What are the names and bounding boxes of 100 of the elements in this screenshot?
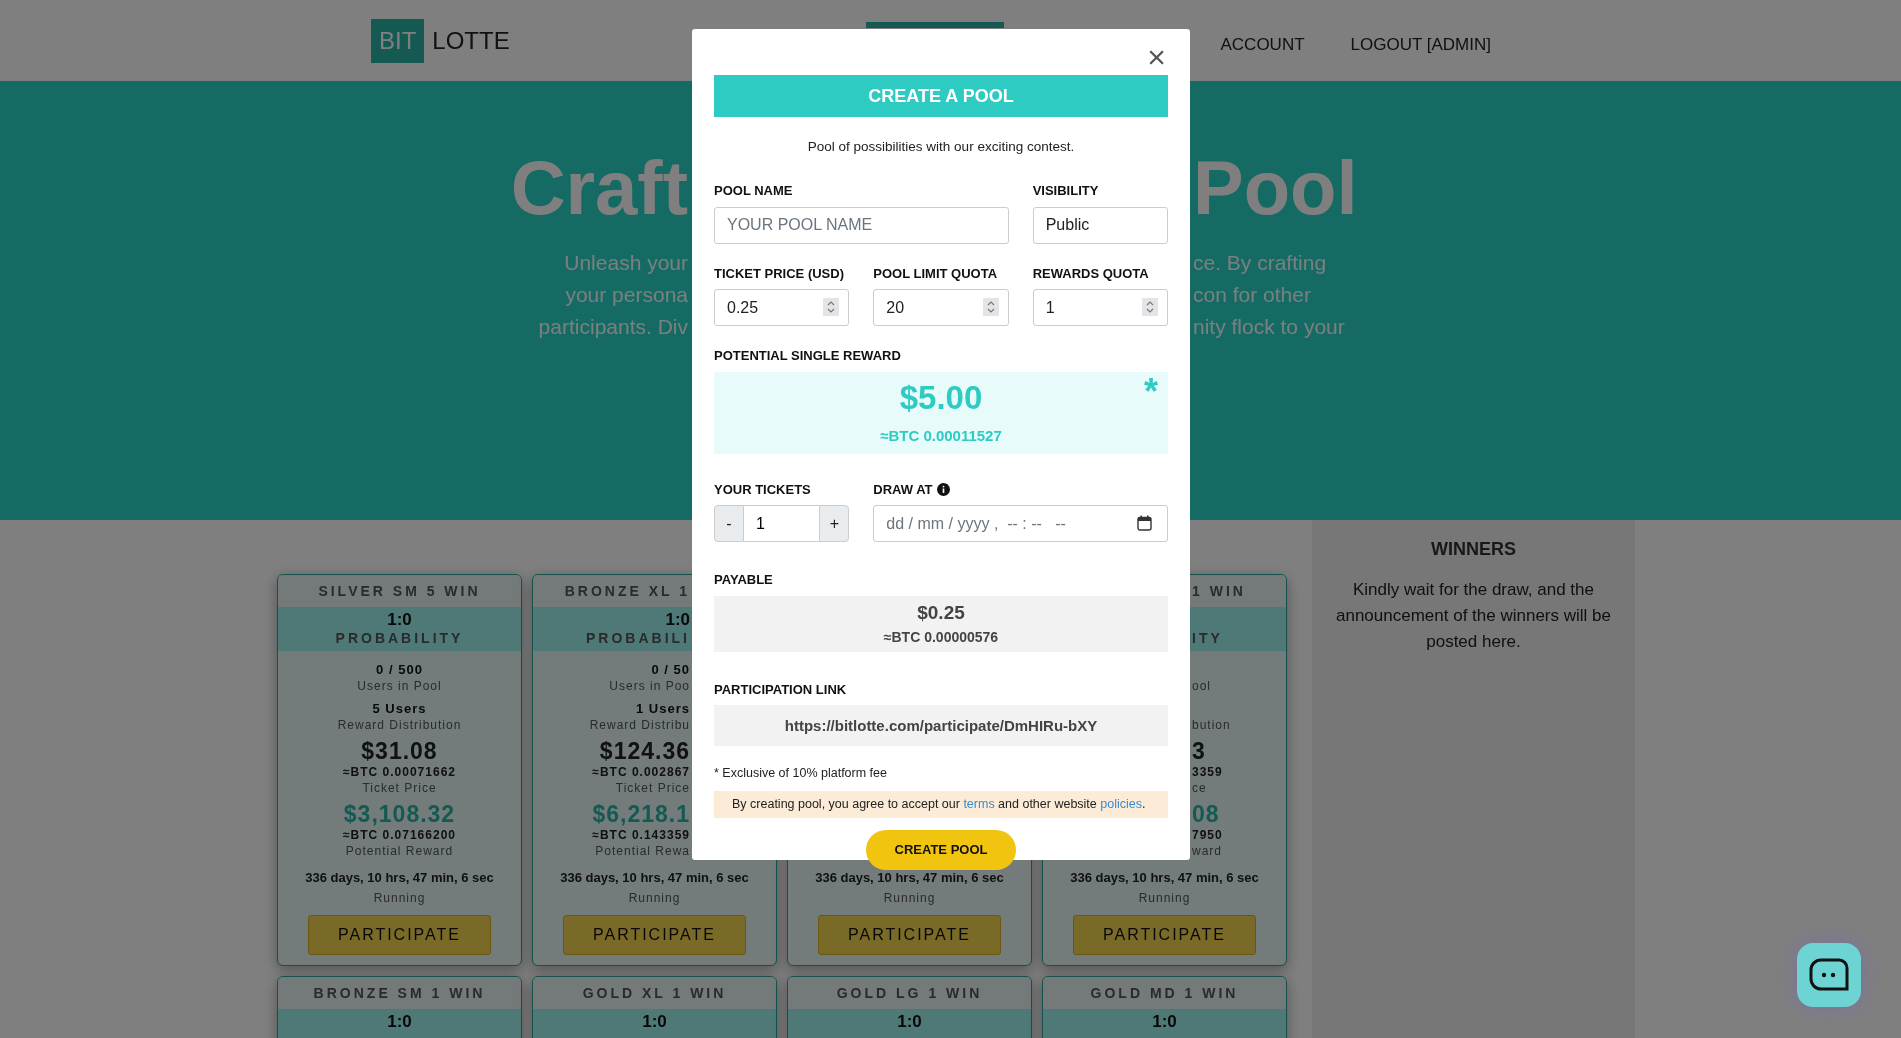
ticket-price: 3	[1192, 739, 1206, 764]
ticket-price-btc: ≈BTC 0.002867	[592, 764, 690, 780]
reward-btc: ≈BTC 0.00011527	[879, 425, 1003, 446]
footnote-mark: *	[1143, 373, 1158, 410]
winners-label: Reward Distribu	[589, 717, 690, 733]
agreement-text: By creating pool, you agree to accept our terms and other website policies.	[714, 791, 1168, 818]
potential-reward-label: Potential Rewa	[595, 843, 690, 859]
probability-label: PROBABILITY	[335, 629, 464, 648]
potential-reward-btc: ≈BTC 0.143359	[592, 827, 690, 843]
status-label: Running	[372, 890, 427, 907]
field-label: PAYABLE	[714, 571, 774, 590]
status-label: Running	[1137, 890, 1192, 907]
field-label: POTENTIAL SINGLE REWARD	[714, 347, 902, 366]
probability-ratio: 1:0	[665, 610, 690, 629]
users-count: 0 / 50	[651, 661, 690, 678]
card-title: BRONZE XL 1	[564, 582, 690, 601]
card-title: GOLD LG 1 WIN	[836, 984, 983, 1003]
probability-ratio: 1:0	[387, 1012, 412, 1031]
hero-title: Pool	[1193, 144, 1358, 232]
users-label: Users in Pool	[357, 678, 442, 694]
visibility-field[interactable]: Public	[1032, 206, 1168, 244]
ticket-price-btc: ≈BTC 0.00071662	[343, 764, 456, 780]
hero-text: ce. By crafting	[1193, 250, 1328, 276]
potential-reward-btc: ≈BTC 0.07166200	[343, 827, 456, 843]
users-count: 0 / 500	[376, 661, 423, 678]
pool-name-field[interactable]: YOUR POOL NAME	[714, 206, 1009, 244]
fee-note: * Exclusive of 10% platform fee	[714, 765, 888, 783]
chat-bubble-icon	[1809, 958, 1849, 992]
field-label: POOL LIMIT QUOTA	[873, 264, 999, 283]
reward-amount: $5.00	[899, 377, 983, 418]
chat-button[interactable]	[1797, 943, 1861, 1007]
card-title: GOLD XL 1 WIN	[582, 984, 727, 1003]
probability-ratio: 1:0	[642, 1012, 667, 1031]
winners-label: bution	[1192, 717, 1231, 733]
winners-title: WINNERS	[1430, 538, 1517, 561]
dialog-subtitle: Pool of possibilities with our exciting contest.	[806, 138, 1076, 156]
potential-reward: $6,218.1	[592, 802, 690, 827]
logo-text: LOTTE	[432, 25, 510, 56]
number-field[interactable]: 1	[1032, 289, 1168, 327]
ticket-price-label: Ticket Price	[615, 780, 690, 796]
card-title: SILVER SM 5 WIN	[318, 582, 481, 601]
date-time-field[interactable]: dd / mm / yyyy , -- : -- --	[873, 505, 1168, 543]
potential-reward-label: ward	[1192, 843, 1222, 859]
probability-ratio: 1:0	[1152, 1012, 1177, 1031]
ticket-price: $124.36	[599, 739, 690, 764]
calendar-icon[interactable]	[1137, 515, 1152, 532]
potential-reward-btc: 7950	[1192, 827, 1223, 843]
probability-label: ITY	[1192, 629, 1223, 648]
probability-ratio: 1:0	[387, 610, 412, 629]
close-button[interactable]: ×	[1143, 41, 1170, 73]
potential-reward-label: Potential Reward	[345, 843, 454, 859]
increment-button[interactable]: +	[819, 505, 850, 543]
participate-button[interactable]: PARTICIPATE	[1073, 915, 1256, 955]
users-label: Users in Poo	[609, 678, 690, 694]
ticket-price-btc: 3359	[1192, 764, 1223, 780]
number-field[interactable]: 20	[873, 289, 1009, 327]
payable-btc: ≈BTC 0.00000576	[882, 627, 1000, 647]
status-label: Running	[882, 890, 937, 907]
field-label: REWARDS QUOTA	[1032, 264, 1150, 283]
dialog-title: CREATE A POOL	[714, 75, 1168, 117]
winners-count: 1 Users	[636, 700, 690, 717]
field-label: VISIBILITY	[1032, 182, 1100, 201]
decrement-button[interactable]: -	[714, 505, 744, 543]
card-title: 1 WIN	[1192, 582, 1246, 601]
potential-reward: $3,108.32	[343, 802, 456, 827]
tickets-field[interactable]: 1	[744, 505, 820, 543]
hero-title: Craft	[509, 144, 688, 232]
hero-text: participants. Div	[537, 314, 688, 340]
status-label: Running	[627, 890, 682, 907]
nav-link[interactable]: ACCOUNT	[1220, 31, 1305, 58]
ticket-price-label: ce	[1192, 780, 1207, 796]
info-icon[interactable]	[936, 483, 950, 496]
winners-message: Kindly wait for the draw, and the announcement of the winners will be posted here.	[1335, 579, 1612, 653]
spinner-icon[interactable]	[823, 298, 840, 317]
card-title: BRONZE SM 1 WIN	[313, 984, 486, 1003]
create-pool-button[interactable]: CREATE POOL	[866, 830, 1016, 870]
probability-label: PROBABILI	[586, 629, 690, 648]
countdown-timer: 336 days, 10 hrs, 47 min, 6 sec	[304, 869, 495, 887]
number-field[interactable]: 0.25	[714, 289, 850, 327]
field-label: TICKET PRICE (USD)	[714, 264, 845, 283]
hero-text: Unleash your	[563, 250, 688, 276]
field-label: POOL NAME	[714, 182, 794, 201]
field-label: YOUR TICKETS	[714, 480, 812, 499]
winners-count: 5 Users	[372, 700, 427, 717]
countdown-timer: 336 days, 10 hrs, 47 min, 6 sec	[814, 869, 1005, 887]
hero-text: your persona	[564, 282, 688, 308]
users-label: ool	[1192, 678, 1211, 694]
ticket-price: $31.08	[361, 739, 438, 764]
card-title: GOLD MD 1 WIN	[1090, 984, 1239, 1003]
countdown-timer: 336 days, 10 hrs, 47 min, 6 sec	[1069, 869, 1260, 887]
winners-label: Reward Distribution	[337, 717, 462, 733]
participate-button[interactable]: PARTICIPATE	[563, 915, 746, 955]
nav-link[interactable]: LOGOUT [ADMIN]	[1350, 31, 1491, 58]
participate-button[interactable]: PARTICIPATE	[308, 915, 491, 955]
potential-reward: 08	[1192, 802, 1220, 827]
participate-button[interactable]: PARTICIPATE	[818, 915, 1001, 955]
field-label: PARTICIPATION LINK	[714, 680, 848, 699]
hero-text: nity flock to your	[1193, 314, 1346, 340]
field-label: DRAW AT	[873, 480, 933, 499]
payable-amount: $0.25	[916, 600, 966, 625]
